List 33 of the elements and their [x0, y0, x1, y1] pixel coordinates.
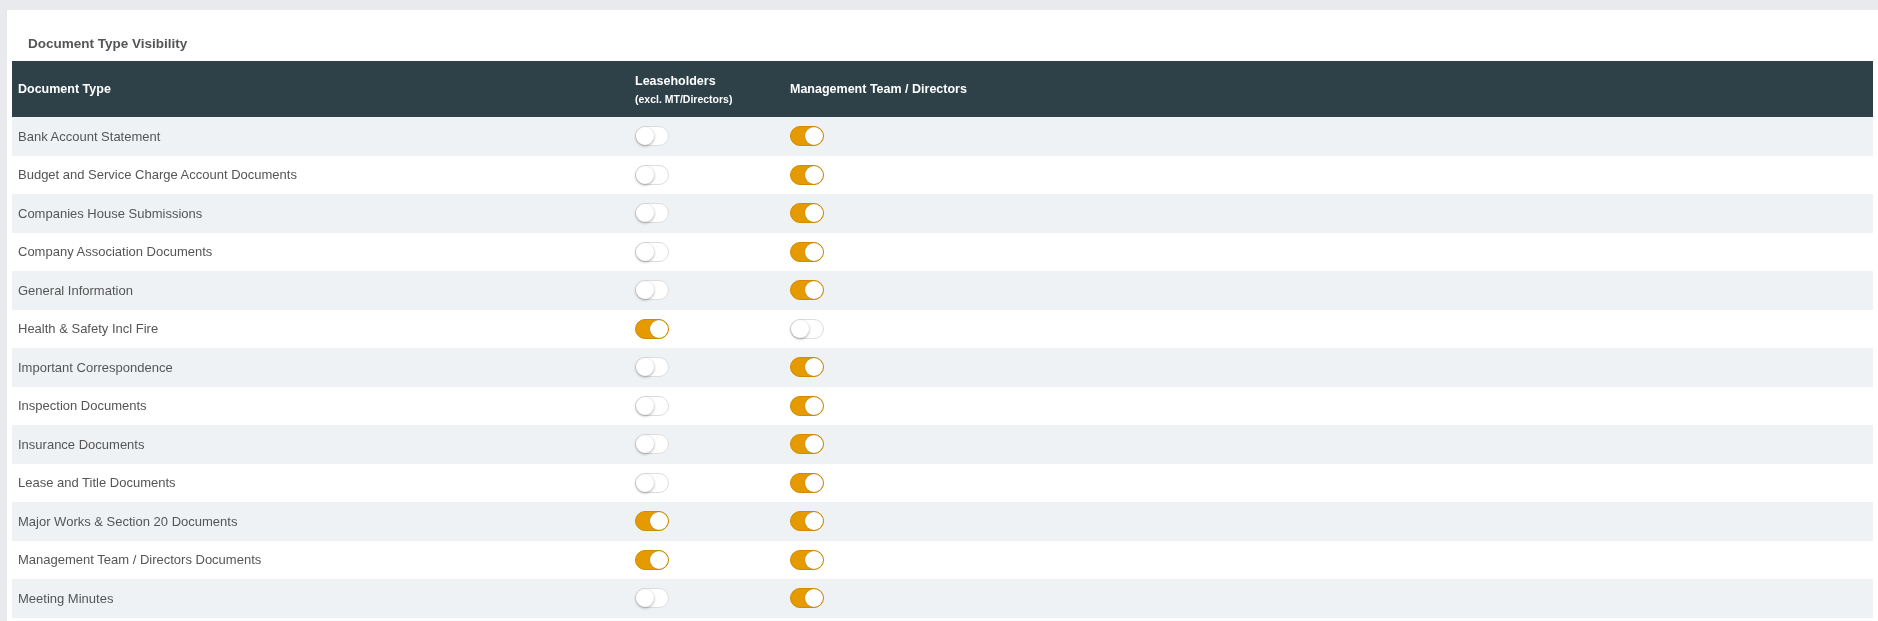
- toggle-switch[interactable]: [790, 164, 824, 185]
- toggle-switch[interactable]: [790, 472, 824, 493]
- toggle-switch[interactable]: [790, 434, 824, 455]
- document-type-label: Insurance Documents: [18, 436, 145, 452]
- document-type-label: Health & Safety Incl Fire: [18, 321, 159, 337]
- toggle-switch[interactable]: [790, 588, 824, 609]
- document-type-label: Lease and Title Documents: [18, 475, 176, 491]
- column-header: Document Type: [18, 82, 111, 96]
- document-type-label: General Information: [18, 282, 133, 298]
- document-type-label: Budget and Service Charge Account Documents: [18, 167, 297, 183]
- toggle-switch[interactable]: [790, 357, 824, 378]
- document-type-label: Management Team / Directors Documents: [18, 552, 262, 568]
- toggle-switch[interactable]: [790, 549, 824, 570]
- section-title: Document Type Visibility: [27, 35, 189, 53]
- document-type-label: Bank Account Statement: [18, 128, 161, 144]
- toggle-switch[interactable]: [635, 511, 669, 532]
- column-header: Management Team / Directors: [790, 82, 967, 96]
- document-type-label: Important Correspondence: [18, 359, 173, 375]
- document-type-label: Major Works & Section 20 Documents: [18, 513, 238, 529]
- document-type-label: Inspection Documents: [18, 398, 147, 414]
- toggle-switch[interactable]: [790, 241, 824, 262]
- toggle-switch[interactable]: [635, 318, 669, 339]
- column-header: Leaseholders: [635, 73, 717, 88]
- toggle-switch[interactable]: [790, 395, 824, 416]
- document-type-label: Company Association Documents: [18, 244, 213, 260]
- document-type-label: Meeting Minutes: [18, 590, 114, 606]
- toggle-switch[interactable]: [790, 280, 824, 301]
- document-type-label: Companies House Submissions: [18, 205, 203, 221]
- toggle-switch[interactable]: [790, 511, 824, 532]
- column-subheader: (excl. MT/Directors): [635, 92, 734, 105]
- toggle-switch[interactable]: [635, 549, 669, 570]
- toggle-switch[interactable]: [790, 203, 824, 224]
- toggle-switch[interactable]: [790, 126, 824, 147]
